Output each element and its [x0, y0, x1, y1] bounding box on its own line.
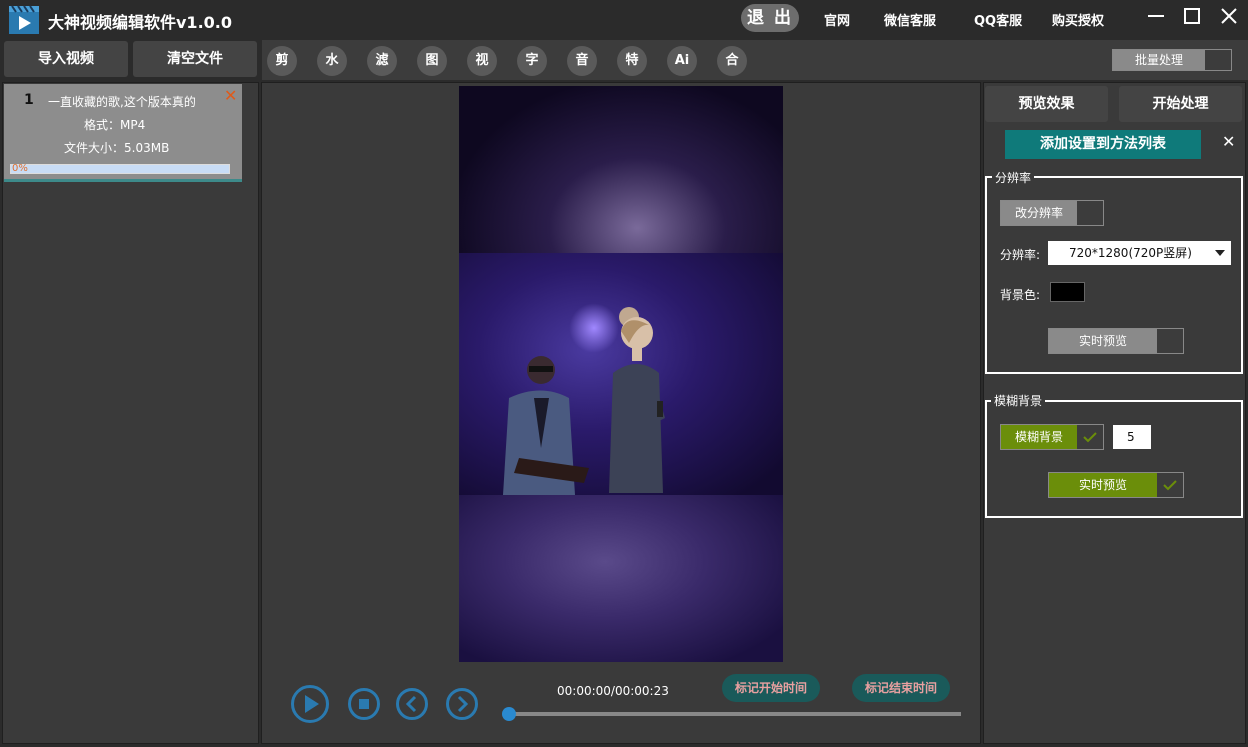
tool-watermark-button[interactable]: 水	[317, 46, 347, 76]
file-progress-bar	[10, 164, 230, 174]
batch-process-checkbox[interactable]	[1205, 50, 1231, 70]
tool-ai-button[interactable]: Ai	[667, 46, 697, 76]
previous-frame-icon[interactable]	[395, 687, 429, 721]
batch-process-toggle[interactable]: 批量处理	[1112, 49, 1232, 71]
blur-live-preview-toggle[interactable]: 实时预览	[1048, 472, 1184, 498]
resolution-live-preview-toggle[interactable]: 实时预览	[1048, 328, 1184, 354]
resolution-group-title: 分辨率	[992, 169, 1035, 186]
blurred-background-bottom	[459, 495, 783, 662]
file-format: 格式：MP4	[84, 118, 146, 132]
blur-background-group	[985, 400, 1243, 518]
app-logo-icon	[9, 5, 39, 34]
file-size: 文件大小：5.03MB	[64, 141, 170, 155]
blur-live-preview-label: 实时预览	[1049, 473, 1157, 497]
blur-background-label: 模糊背景	[1001, 425, 1077, 449]
blur-live-preview-checkbox[interactable]	[1157, 473, 1183, 497]
file-progress-text: 0%	[12, 163, 28, 174]
batch-process-label: 批量处理	[1113, 50, 1205, 70]
resolution-live-preview-checkbox[interactable]	[1157, 329, 1183, 353]
clear-files-button[interactable]: 清空文件	[133, 41, 257, 77]
checkmark-icon	[1163, 480, 1177, 491]
tool-cut-button[interactable]: 剪	[267, 46, 297, 76]
blur-background-checkbox[interactable]	[1077, 425, 1103, 449]
close-window-icon[interactable]	[1218, 5, 1240, 27]
next-frame-icon[interactable]	[445, 687, 479, 721]
remove-file-icon[interactable]: ✕	[224, 86, 237, 105]
minimize-icon[interactable]	[1145, 5, 1167, 27]
seek-bar[interactable]	[507, 712, 961, 716]
tool-effects-button[interactable]: 特	[617, 46, 647, 76]
official-site-link[interactable]: 官网	[824, 10, 850, 29]
checkmark-icon	[1083, 432, 1097, 443]
change-resolution-label: 改分辨率	[1001, 201, 1077, 225]
buy-license-link[interactable]: 购买授权	[1052, 10, 1104, 29]
exit-button[interactable]: 退 出	[741, 4, 799, 32]
resolution-live-preview-label: 实时预览	[1049, 329, 1157, 353]
tool-filter-button[interactable]: 滤	[367, 46, 397, 76]
tool-subtitle-button[interactable]: 字	[517, 46, 547, 76]
background-color-label: 背景色:	[1000, 288, 1041, 302]
resolution-value: 720*1280(720P竖屏)	[1069, 246, 1192, 260]
resolution-select[interactable]: 720*1280(720P竖屏)	[1048, 241, 1231, 265]
tool-merge-button[interactable]: 合	[717, 46, 747, 76]
blur-amount-input[interactable]: 5	[1113, 425, 1151, 449]
stop-icon[interactable]	[347, 687, 381, 721]
mark-end-button[interactable]: 标记结束时间	[852, 674, 950, 702]
preview-effect-button[interactable]: 预览效果	[985, 86, 1108, 122]
tool-audio-button[interactable]: 音	[567, 46, 597, 76]
singer-figure	[609, 307, 665, 493]
mark-start-button[interactable]: 标记开始时间	[722, 674, 820, 702]
video-frame-content	[459, 253, 783, 495]
start-process-button[interactable]: 开始处理	[1119, 86, 1242, 122]
change-resolution-checkbox[interactable]	[1077, 201, 1103, 225]
background-color-swatch[interactable]	[1050, 282, 1085, 302]
change-resolution-toggle[interactable]: 改分辨率	[1000, 200, 1104, 226]
playback-time: 00:00:00/00:00:23	[557, 684, 669, 698]
blurred-background-top	[459, 86, 783, 253]
tool-video-button[interactable]: 视	[467, 46, 497, 76]
import-video-button[interactable]: 导入视频	[4, 41, 128, 77]
blur-background-group-title: 模糊背景	[991, 392, 1046, 409]
resolution-label: 分辨率:	[1000, 248, 1041, 262]
tool-strip	[262, 40, 1248, 80]
close-settings-icon[interactable]: ✕	[1222, 132, 1235, 151]
guitarist-figure	[503, 356, 589, 495]
maximize-icon[interactable]	[1181, 5, 1203, 27]
app-title: 大神视频编辑软件v1.0.0	[48, 13, 232, 32]
video-preview	[459, 86, 783, 662]
tool-image-button[interactable]: 图	[417, 46, 447, 76]
file-name: 一直收藏的歌,这个版本真的	[48, 95, 196, 109]
wechat-support-link[interactable]: 微信客服	[884, 10, 936, 29]
blur-background-toggle[interactable]: 模糊背景	[1000, 424, 1104, 450]
qq-support-link[interactable]: QQ客服	[974, 10, 1022, 29]
seek-handle[interactable]	[502, 707, 516, 721]
chevron-down-icon	[1215, 250, 1225, 256]
add-settings-button[interactable]: 添加设置到方法列表	[1005, 130, 1201, 159]
file-index: 1	[24, 92, 34, 108]
play-icon[interactable]	[290, 684, 330, 724]
